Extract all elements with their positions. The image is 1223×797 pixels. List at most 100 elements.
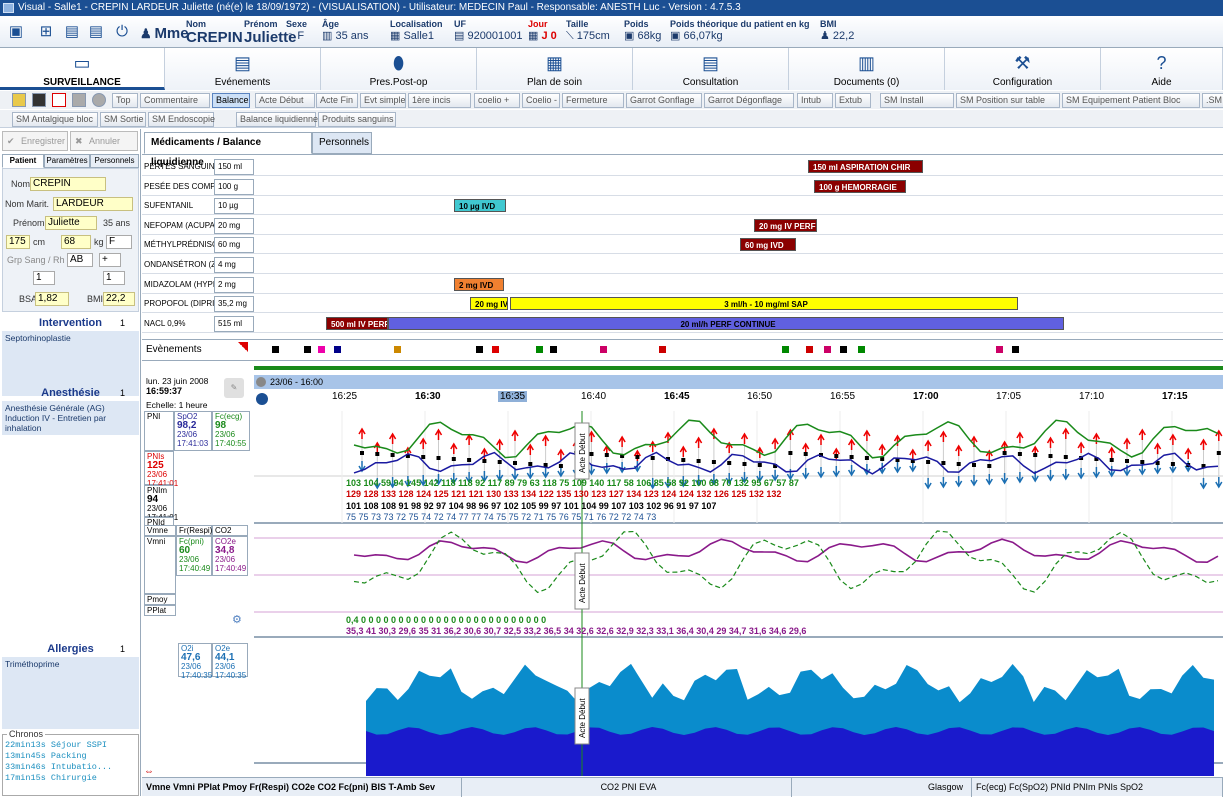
event-marker[interactable] (824, 346, 831, 353)
chrono-item[interactable]: 22min13s Séjour SSPI (3, 740, 138, 751)
toolbar-icon-1[interactable] (12, 93, 26, 107)
enregistrer-button[interactable]: ✔ Enregistrer (2, 131, 68, 151)
drug-row[interactable]: PROPOFOL (DIPRIVAN)35,2 mg 20 mg IVD3 ml/… (142, 295, 1223, 314)
alarm-icon[interactable] (52, 93, 66, 107)
grp-select[interactable]: AB (67, 253, 93, 267)
back-icon[interactable] (256, 377, 266, 387)
toolbar-button-garrot-gonflage[interactable]: Garrot Gonflage (626, 93, 702, 108)
events-timeline[interactable] (254, 340, 1223, 360)
drug-administration-bar[interactable]: 60 mg IVD (740, 238, 796, 252)
toolbar-button-balance[interactable]: Balance (212, 93, 250, 108)
event-marker[interactable] (550, 346, 557, 353)
drug-row[interactable]: SUFENTANIL 10 µg 10 µg IVD (142, 197, 1223, 216)
v2-select[interactable]: 1 (103, 271, 125, 285)
bsa-field[interactable]: 1,82 (35, 292, 69, 306)
event-marker[interactable] (659, 346, 666, 353)
ptab-parametres[interactable]: Paramètres (44, 154, 90, 168)
print-icon[interactable]: ▤ (62, 23, 82, 41)
drug-row[interactable]: MÉTHYLPRÉDNISOLONE60 mg 60 mg IVD (142, 236, 1223, 255)
settings-icon[interactable]: ⚙ (232, 613, 242, 626)
tab-consultation[interactable]: ▤ Consultation (633, 48, 789, 90)
toolbar-button-garrot-d-gonflage[interactable]: Garrot Dégonflage (704, 93, 794, 108)
toolbar-button-commentaire[interactable]: Commentaire (140, 93, 210, 108)
arrows-icon[interactable]: ⇔ (144, 766, 154, 777)
event-marker[interactable] (806, 346, 813, 353)
nom-field[interactable]: CREPIN (30, 177, 106, 191)
open-folder-icon[interactable]: ▣ (6, 23, 26, 41)
prenom-field[interactable]: Juliette (45, 216, 97, 230)
tab-documents[interactable]: ▥ Documents (0) (789, 48, 945, 90)
toolbar2-button-sm-sortie[interactable]: SM Sortie (100, 112, 146, 127)
drug-administration-bar[interactable]: 20 ml/h PERF CONTINUE (388, 316, 1064, 330)
drug-administration-bar[interactable]: 100 g HEMORRAGIE (814, 179, 906, 193)
ptab-personnels[interactable]: Personnels (90, 154, 139, 168)
drug-administration-bar[interactable]: 10 µg IVD (454, 199, 506, 213)
toolbar-button-top[interactable]: Top (112, 93, 138, 108)
chrono-item[interactable]: 13min45s Packing (3, 751, 138, 762)
toolbar-button-acte-fin[interactable]: Acte Fin (316, 93, 358, 108)
prev-icon[interactable] (256, 393, 268, 405)
rh-select[interactable]: + (99, 253, 121, 267)
tab-configuration[interactable]: ⚒ Configuration (945, 48, 1101, 90)
toolbar-button-coelio-[interactable]: Coelio - (522, 93, 560, 108)
drug-administration-bar[interactable]: 20 mg IV PERF (754, 218, 817, 232)
tab-pres-post-op[interactable]: ⬮ Pres.Post-op (321, 48, 477, 90)
tab-personnels[interactable]: Personnels (312, 132, 372, 154)
drug-administration-bar[interactable]: 500 ml IV PERF (326, 316, 388, 330)
event-marker[interactable] (536, 346, 543, 353)
event-marker[interactable] (1012, 346, 1019, 353)
drug-administration-bar[interactable]: 20 mg IVD (470, 297, 508, 311)
annuler-button[interactable]: ✖ Annuler (70, 131, 138, 151)
event-marker[interactable] (840, 346, 847, 353)
event-marker[interactable] (782, 346, 789, 353)
tab-medicaments[interactable]: Médicaments / Balance liquidienne (144, 132, 312, 168)
toolbar-button-fermeture[interactable]: Fermeture (562, 93, 624, 108)
toolbar-icon-5[interactable] (92, 93, 106, 107)
pen-icon[interactable]: ✎ (224, 378, 244, 398)
sexe-select[interactable]: F (106, 235, 132, 249)
toolbar-button-evt-simple[interactable]: Evt simple (360, 93, 406, 108)
tab-surveillance[interactable]: ▭ SURVEILLANCE (0, 48, 165, 90)
marit-field[interactable]: LARDEUR (53, 197, 133, 211)
drug-row[interactable]: ONDANSÉTRON (ZOPHREN)4 mg (142, 256, 1223, 274)
toolbar-button-coelio-[interactable]: coelio + (474, 93, 520, 108)
toolbar-icon-4[interactable] (72, 93, 86, 107)
tab-plan-de-soin[interactable]: ▦ Plan de soin (477, 48, 633, 90)
drug-row[interactable]: PERTES SANGUINES150 ml 150 ml ASPIRATION … (142, 158, 1223, 176)
event-marker[interactable] (272, 346, 279, 353)
tab-aide[interactable]: ? Aide (1101, 48, 1223, 90)
event-marker[interactable] (476, 346, 483, 353)
event-marker[interactable] (304, 346, 311, 353)
v1-select[interactable]: 1 (33, 271, 55, 285)
event-marker[interactable] (492, 346, 499, 353)
chrono-item[interactable]: 33min46s Intubatio... (3, 762, 138, 773)
toolbar-button-intub[interactable]: Intub (797, 93, 833, 108)
event-marker[interactable] (334, 346, 341, 353)
statusbar-co2[interactable]: CO2 PNI EVA (462, 778, 792, 797)
drug-administration-bar[interactable]: 2 mg IVD (454, 277, 504, 291)
tab-evenements[interactable]: ▤ Evénements (165, 48, 321, 90)
chrono-item[interactable]: 17min15s Chirurgie (3, 773, 138, 784)
monitoring-chart[interactable]: Acte Début Acte Début Acte Début (254, 411, 1223, 776)
event-marker[interactable] (318, 346, 325, 353)
drug-row[interactable]: PESÉE DES COMPRESSES100 g 100 g HEMORRAGI… (142, 178, 1223, 196)
toolbar2-button-sm-endoscopie[interactable]: SM Endoscopie (148, 112, 215, 127)
import-icon[interactable]: ⊞ (36, 23, 56, 41)
drug-row[interactable]: MIDAZOLAM (HYPNOVEL)2 mg 2 mg IVD (142, 276, 1223, 294)
toolbar-button--sm-a[interactable]: .SM A (1202, 93, 1223, 108)
toolbar-icon-2[interactable] (32, 93, 46, 107)
toolbar2-button-produits-sanguins[interactable]: Produits sanguins (318, 112, 396, 127)
statusbar-resp[interactable]: Vmne Vmni PPlat Pmoy Fr(Respi) CO2e CO2 … (142, 778, 462, 797)
poids-field[interactable]: 68 (61, 235, 91, 249)
ptab-patient[interactable]: Patient (2, 154, 44, 168)
taille-field[interactable]: 175 (6, 235, 30, 249)
event-marker[interactable] (394, 346, 401, 353)
toolbar2-button-sm-antalgique-bloc[interactable]: SM Antalgique bloc (12, 112, 98, 127)
toolbar-button-1-re-incis[interactable]: 1ère incis (408, 93, 471, 108)
bmi-field[interactable]: 22,2 (103, 292, 135, 306)
event-marker[interactable] (996, 346, 1003, 353)
event-marker[interactable] (858, 346, 865, 353)
drug-administration-bar[interactable]: 3 ml/h - 10 mg/ml SAP (510, 297, 1018, 311)
toolbar2-button-balance-liquidienne[interactable]: Balance liquidienne (236, 112, 318, 127)
drug-administration-bar[interactable]: 150 ml ASPIRATION CHIR (808, 160, 923, 173)
